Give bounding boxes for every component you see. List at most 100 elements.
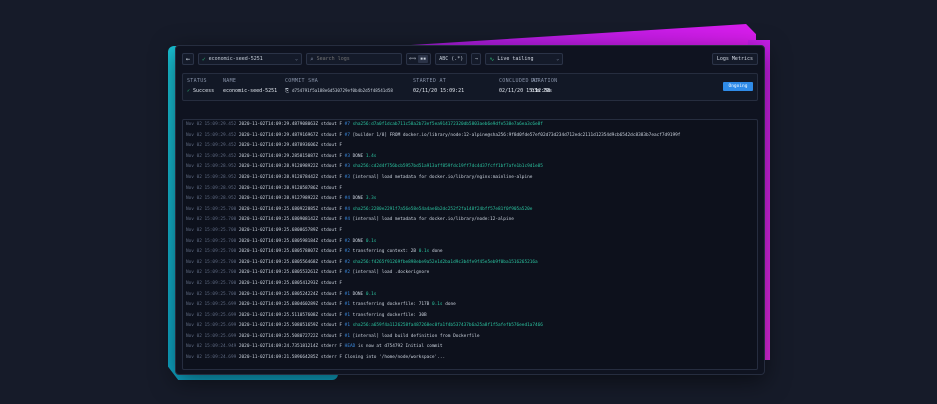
log-timestamp: 2020-11-02T14:09:29.487893606Z (238, 143, 319, 149)
log-time: Nov 02 15:09:25.699 (186, 323, 237, 329)
log-stream: stdout F (320, 185, 343, 191)
log-time: Nov 02 15:09:28.952 (186, 174, 237, 180)
log-highlight: 0.1s (365, 238, 377, 244)
log-timestamp: 2020-11-02T14:09:25.680553261Z (238, 270, 319, 276)
ongoing-button[interactable]: Ongoing (723, 82, 753, 91)
log-row: Nov 02 15:09:29.452 2020-11-02T14:09:29.… (183, 131, 757, 142)
log-row: Nov 02 15:09:25.700 2020-11-02T14:09:25.… (183, 268, 757, 279)
duration-label: DURATION (531, 78, 558, 84)
log-row: Nov 02 15:09:25.700 2020-11-02T14:09:25.… (183, 237, 757, 248)
log-highlight: sha256:2280e2291f7a56e58e54a4ae6b2dc252f… (352, 206, 533, 212)
regex-toggle-button[interactable]: ABC (.*) (435, 53, 468, 65)
log-time: Nov 02 15:09:25.700 (186, 238, 237, 244)
toolbar: ← ✓ economic-seed-5251 ⌄ ⌕ ⟺ ▪▪ ABC (.*)… (182, 52, 758, 66)
log-step: #3 (344, 174, 350, 180)
log-stream: stdout F (320, 312, 343, 318)
log-output[interactable]: Nov 02 15:09:29.452 2020-11-02T14:09:29.… (182, 119, 758, 370)
search-input[interactable] (316, 56, 398, 62)
log-timestamp: 2020-11-02T14:09:25.508072722Z (238, 333, 319, 339)
log-time: Nov 02 15:09:25.700 (186, 259, 237, 265)
sha-value: d754791f5a188e6d530729ef0b4b2d5f48541d58 (292, 88, 393, 93)
name-column: NAME economic-seed-5251 (223, 78, 277, 94)
log-step: #4 (344, 196, 350, 202)
log-message: [internal] load build definition from Do… (352, 333, 480, 339)
log-step: #3 (344, 164, 350, 170)
search-box[interactable]: ⌕ (306, 53, 402, 65)
status-column: STATUS ✓ Success (187, 78, 214, 94)
logs-window: ← ✓ economic-seed-5251 ⌄ ⌕ ⟺ ▪▪ ABC (.*)… (175, 45, 765, 375)
log-row: Nov 02 15:09:29.452 2020-11-02T14:09:29.… (183, 120, 757, 131)
log-highlight: sha256:f4265f91269fbe898ebe9a52e1d2ba1d9… (352, 259, 538, 265)
chevron-down-icon: ⌄ (294, 56, 298, 62)
log-list: Nov 02 15:09:29.452 2020-11-02T14:09:29.… (183, 120, 757, 364)
log-step: #2 (344, 249, 350, 255)
log-message: transferring context: 2B (352, 249, 417, 255)
log-timestamp: 2020-11-02T14:09:24.735181214Z (238, 344, 319, 350)
next-match-button[interactable]: → (471, 53, 482, 65)
log-time: Nov 02 15:09:25.700 (186, 270, 237, 276)
log-highlight: 0.1s (365, 291, 377, 297)
log-row: Nov 02 15:09:25.699 2020-11-02T14:09:25.… (183, 311, 757, 322)
log-row: Nov 02 15:09:25.700 2020-11-02T14:09:25.… (183, 205, 757, 216)
log-stream: stdout F (320, 238, 343, 244)
back-button[interactable]: ← (182, 53, 194, 65)
logs-metrics-label: Logs Metrics (716, 56, 753, 62)
log-stream: stdout F (320, 174, 343, 180)
log-step: #1 (344, 333, 350, 339)
logs-metrics-button[interactable]: Logs Metrics (711, 53, 758, 65)
log-row: Nov 02 15:09:25.700 2020-11-02T14:09:25.… (183, 279, 757, 290)
log-message: [internal] load metadata for docker.io/l… (352, 174, 533, 180)
log-message: Cloning into '/home/node/workspace'... (344, 355, 446, 361)
log-time: Nov 02 15:09:24.949 (186, 344, 237, 350)
chevron-down-icon: ⌄ (556, 56, 560, 62)
log-highlight: 0.1s (418, 249, 430, 255)
log-time: Nov 02 15:09:28.952 (186, 164, 237, 170)
log-timestamp: 2020-11-02T14:09:29.487916967Z (238, 132, 319, 138)
link-icon[interactable]: ⎘ (285, 88, 289, 94)
log-timestamp: 2020-11-02T14:09:21.589664285Z (238, 355, 319, 361)
log-message: [internal] load metadata for docker.io/l… (352, 217, 514, 223)
log-message: HEAD is now at d754792 Initial commit (344, 344, 443, 350)
log-highlight: 1.4s (365, 153, 377, 159)
log-message: DONE (352, 238, 364, 244)
sha-row: ⎘ d754791f5a188e6d530729ef0b4b2d5f48541d… (285, 88, 393, 94)
wrap-toggle[interactable]: ⟺ ▪▪ (406, 53, 432, 65)
log-time: Nov 02 15:09:25.700 (186, 280, 237, 286)
log-stream: stdout F (320, 270, 343, 276)
log-step: #7 (344, 122, 350, 127)
log-stream: stdout F (320, 143, 343, 149)
log-message: DONE (352, 153, 364, 159)
duration-column: DURATION 03m 29s (531, 78, 557, 94)
log-message: transferring dockerfile: 717B (352, 302, 430, 308)
search-icon: ⌕ (310, 55, 314, 63)
log-step: #1 (344, 323, 350, 329)
log-time: Nov 02 15:09:29.452 (186, 132, 237, 138)
log-message: DONE (352, 196, 364, 202)
log-timestamp: 2020-11-02T14:09:25.680922885Z (238, 206, 319, 212)
log-time: Nov 02 15:09:29.452 (186, 153, 237, 159)
log-time: Nov 02 15:09:25.700 (186, 227, 237, 233)
log-time: Nov 02 15:09:28.952 (186, 196, 237, 202)
log-time: Nov 02 15:09:25.699 (186, 302, 237, 308)
log-timestamp: 2020-11-02T14:09:29.487908063Z (238, 122, 319, 127)
log-stream: stdout F (320, 280, 343, 286)
log-step: #1 (344, 312, 350, 318)
log-timestamp: 2020-11-02T14:09:28.912058786Z (238, 185, 319, 191)
started-value: 02/11/20 15:09:21 (413, 88, 465, 94)
check-icon: ✓ (187, 88, 191, 94)
check-icon: ✓ (202, 55, 206, 63)
pulse-icon: ∿ (489, 55, 495, 63)
seed-select[interactable]: ✓ economic-seed-5251 ⌄ (198, 53, 302, 65)
log-time: Nov 02 15:09:25.700 (186, 291, 237, 297)
live-tailing-select[interactable]: ∿ Live tailing ⌄ (485, 53, 564, 65)
log-timestamp: 2020-11-02T14:09:28.912098922Z (238, 164, 319, 170)
toggle-off-icon: ⟺ (409, 56, 417, 62)
log-step: #2 (344, 270, 350, 276)
sha-label: COMMIT SHA (285, 78, 319, 84)
log-time: Nov 02 15:09:29.452 (186, 143, 237, 149)
log-row: Nov 02 15:09:25.699 2020-11-02T14:09:25.… (183, 321, 757, 332)
log-row: Nov 02 15:09:25.699 2020-11-02T14:09:25.… (183, 300, 757, 311)
log-highlight: sha256:a659f4a1126258fa487268ec0fa1f4b53… (352, 323, 543, 329)
arrow-right-icon: → (474, 56, 478, 62)
log-row: Nov 02 15:09:24.699 2020-11-02T14:09:21.… (183, 353, 757, 364)
